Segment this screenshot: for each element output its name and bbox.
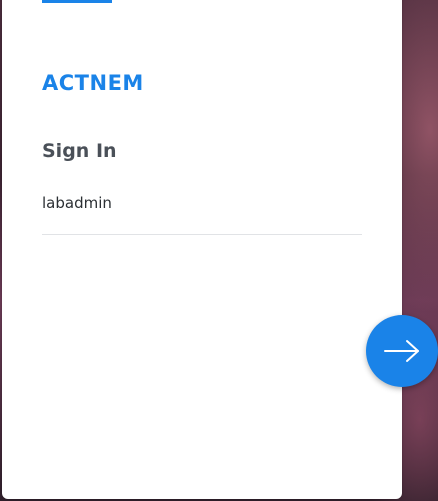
next-button[interactable]: [366, 315, 438, 387]
arrow-right-icon: [384, 340, 419, 362]
login-card: ACTNEM Sign In: [2, 0, 402, 499]
username-input[interactable]: [42, 185, 362, 221]
brand-title: ACTNEM: [42, 71, 144, 95]
username-field: [42, 185, 362, 235]
top-accent-bar: [42, 0, 112, 3]
sign-in-heading: Sign In: [42, 140, 117, 162]
